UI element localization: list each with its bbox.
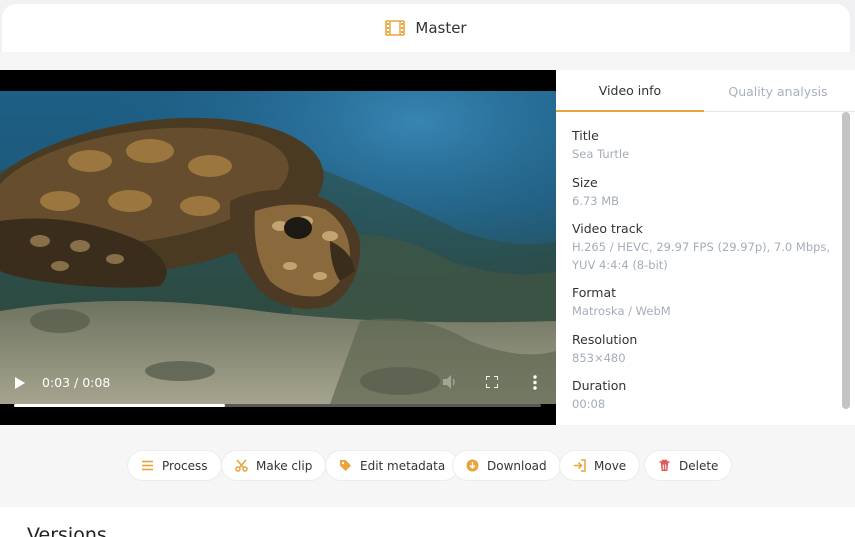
volume-icon[interactable] — [442, 375, 458, 389]
tag-icon — [340, 460, 351, 471]
info-label: Title — [572, 128, 599, 143]
move-button[interactable]: Move — [560, 451, 640, 480]
play-icon[interactable] — [14, 377, 26, 389]
scissors-icon — [235, 459, 248, 472]
header-spacer — [0, 52, 855, 70]
edit-metadata-button[interactable]: Edit metadata — [326, 451, 459, 480]
fullscreen-icon[interactable] — [486, 376, 498, 388]
info-tabs: Video info Quality analysis — [556, 70, 855, 112]
progress-fill — [14, 404, 225, 407]
list-icon — [142, 460, 153, 471]
make-clip-label: Make clip — [256, 458, 313, 473]
tab-video-info[interactable]: Video info — [556, 70, 704, 112]
info-row-duration: Duration 00:08 — [572, 378, 842, 413]
process-button[interactable]: Process — [128, 451, 221, 480]
info-value: 6.73 MB — [572, 194, 620, 208]
info-row-video-track: Video track H.265 / HEVC, 29.97 FPS (29.… — [572, 221, 842, 274]
download-button[interactable]: Download — [453, 451, 560, 480]
video-player[interactable]: ixqo — [0, 70, 556, 425]
info-row-resolution: Resolution 853×480 — [572, 332, 842, 367]
info-value: H.265 / HEVC, 29.97 FPS (29.97p), 7.0 Mb… — [572, 240, 831, 272]
info-panel-scrollbar[interactable] — [842, 112, 850, 409]
info-value: 00:08 — [572, 397, 606, 411]
process-label: Process — [162, 458, 208, 473]
delete-button[interactable]: Delete — [645, 451, 732, 480]
more-options-icon[interactable] — [532, 375, 538, 390]
info-label: Video track — [572, 221, 643, 236]
delete-label: Delete — [679, 458, 719, 473]
move-label: Move — [594, 458, 627, 473]
trash-icon — [659, 459, 670, 471]
info-label: Resolution — [572, 332, 638, 347]
info-panel: Video info Quality analysis Title Sea Tu… — [556, 70, 855, 425]
versions-heading: Versions — [27, 524, 107, 537]
page-header: Master — [2, 4, 850, 52]
info-value: Sea Turtle — [572, 147, 630, 161]
info-value: 853×480 — [572, 351, 626, 365]
info-label: Duration — [572, 378, 627, 393]
info-value: Matroska / WebM — [572, 304, 671, 318]
playback-time: 0:03 / 0:08 — [42, 375, 111, 390]
info-row-size: Size 6.73 MB — [572, 175, 842, 210]
move-icon — [574, 459, 586, 472]
download-icon — [466, 459, 479, 472]
edit-metadata-label: Edit metadata — [360, 458, 446, 473]
page-title: Master — [415, 19, 467, 37]
info-label: Size — [572, 175, 598, 190]
film-icon — [385, 20, 406, 36]
download-label: Download — [487, 458, 547, 473]
progress-bar[interactable] — [14, 404, 541, 407]
tab-quality-analysis[interactable]: Quality analysis — [704, 70, 852, 112]
video-frame[interactable] — [0, 91, 556, 404]
versions-section — [0, 507, 855, 537]
make-clip-button[interactable]: Make clip — [222, 451, 326, 480]
info-row-title: Title Sea Turtle — [572, 128, 842, 163]
info-row-format: Format Matroska / WebM — [572, 285, 842, 320]
info-label: Format — [572, 285, 617, 300]
